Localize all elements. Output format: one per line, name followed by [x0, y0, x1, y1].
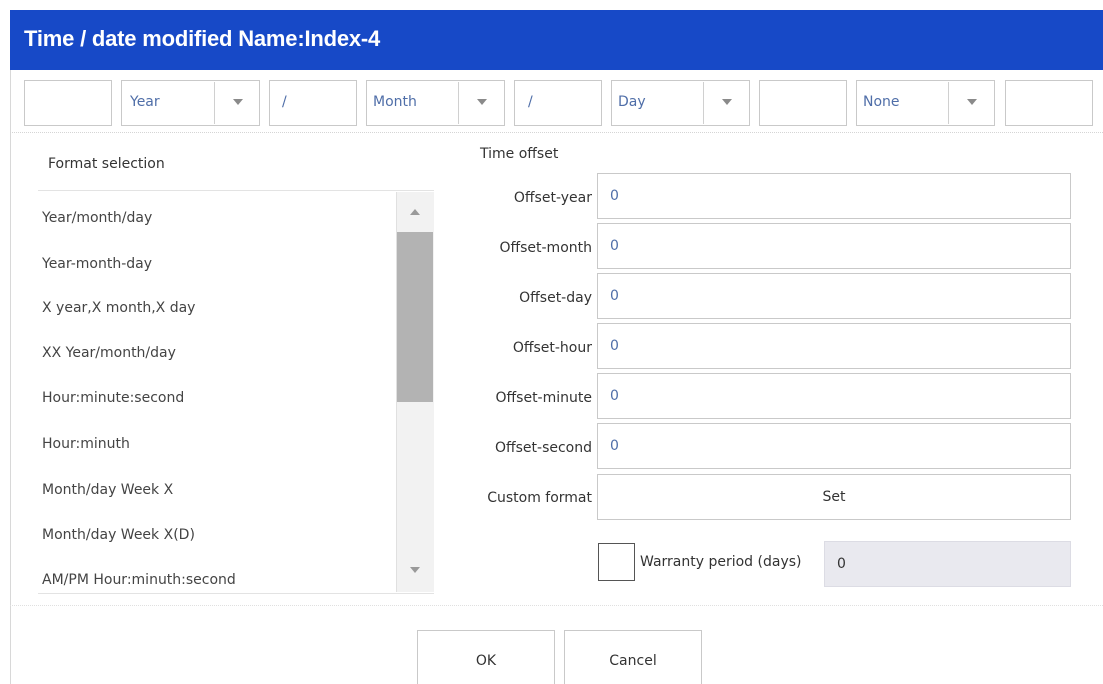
offset-month-input[interactable]: 0 [597, 223, 1071, 269]
day-select-value: Day [618, 94, 646, 110]
chevron-down-icon[interactable] [233, 99, 243, 105]
offset-day-label: Offset-day [519, 290, 592, 306]
custom-format-label: Custom format [487, 490, 592, 506]
offset-year-label: Offset-year [513, 190, 592, 206]
time-offset-label: Time offset [480, 146, 559, 162]
scroll-up-icon[interactable] [410, 209, 420, 215]
scroll-thumb[interactable] [397, 232, 433, 402]
divider [10, 605, 1103, 606]
list-item[interactable]: Hour:minute:second [42, 390, 184, 406]
list-item[interactable]: XX Year/month/day [42, 345, 176, 361]
offset-hour-input[interactable]: 0 [597, 323, 1071, 369]
extra-select-value: None [863, 94, 900, 110]
offset-minute-input[interactable]: 0 [597, 373, 1071, 419]
chevron-down-icon[interactable] [477, 99, 487, 105]
list-item[interactable]: Hour:minuth [42, 436, 130, 452]
title-bar: Time / date modified Name:Index-4 [10, 10, 1103, 70]
chevron-down-icon[interactable] [967, 99, 977, 105]
ok-button[interactable]: OK [417, 630, 555, 684]
extra-select-divider [948, 82, 949, 124]
format-selection-label: Format selection [48, 156, 165, 172]
offset-day-input[interactable]: 0 [597, 273, 1071, 319]
list-item[interactable]: X year,X month,X day [42, 300, 195, 316]
warranty-label: Warranty period (days) [640, 554, 802, 570]
set-button[interactable]: Set [597, 474, 1071, 520]
scroll-down-icon[interactable] [410, 567, 420, 573]
list-item[interactable]: Year/month/day [42, 210, 152, 226]
day-select-divider [703, 82, 704, 124]
offset-second-label: Offset-second [494, 440, 592, 456]
window-title: Time / date modified Name:Index-4 [24, 26, 381, 51]
warranty-checkbox[interactable] [598, 543, 635, 581]
cancel-button[interactable]: Cancel [564, 630, 702, 684]
offset-hour-label: Offset-hour [512, 340, 592, 356]
list-item[interactable]: Year-month-day [42, 256, 152, 272]
offset-minute-label: Offset-minute [495, 390, 593, 406]
separator-1-value: / [282, 94, 287, 110]
separator-2-value: / [528, 94, 533, 110]
year-select-divider [214, 82, 215, 124]
list-item[interactable]: Month/day Week X [42, 482, 173, 498]
month-select-divider [458, 82, 459, 124]
year-select-value: Year [130, 94, 160, 110]
month-select-value: Month [373, 94, 417, 110]
divider [10, 132, 1103, 133]
offset-month-label: Offset-month [499, 240, 592, 256]
offset-year-input[interactable]: 0 [597, 173, 1071, 219]
list-item[interactable]: Month/day Week X(D) [42, 527, 195, 543]
warranty-days-field: 0 [824, 541, 1071, 587]
list-item[interactable]: AM/PM Hour:minuth:second [42, 572, 236, 588]
prefix-text-input[interactable] [24, 80, 112, 126]
dialog-edge [10, 70, 11, 684]
chevron-down-icon[interactable] [722, 99, 732, 105]
suffix-text-input[interactable] [1005, 80, 1093, 126]
offset-second-input[interactable]: 0 [597, 423, 1071, 469]
separator-3-input[interactable] [759, 80, 847, 126]
